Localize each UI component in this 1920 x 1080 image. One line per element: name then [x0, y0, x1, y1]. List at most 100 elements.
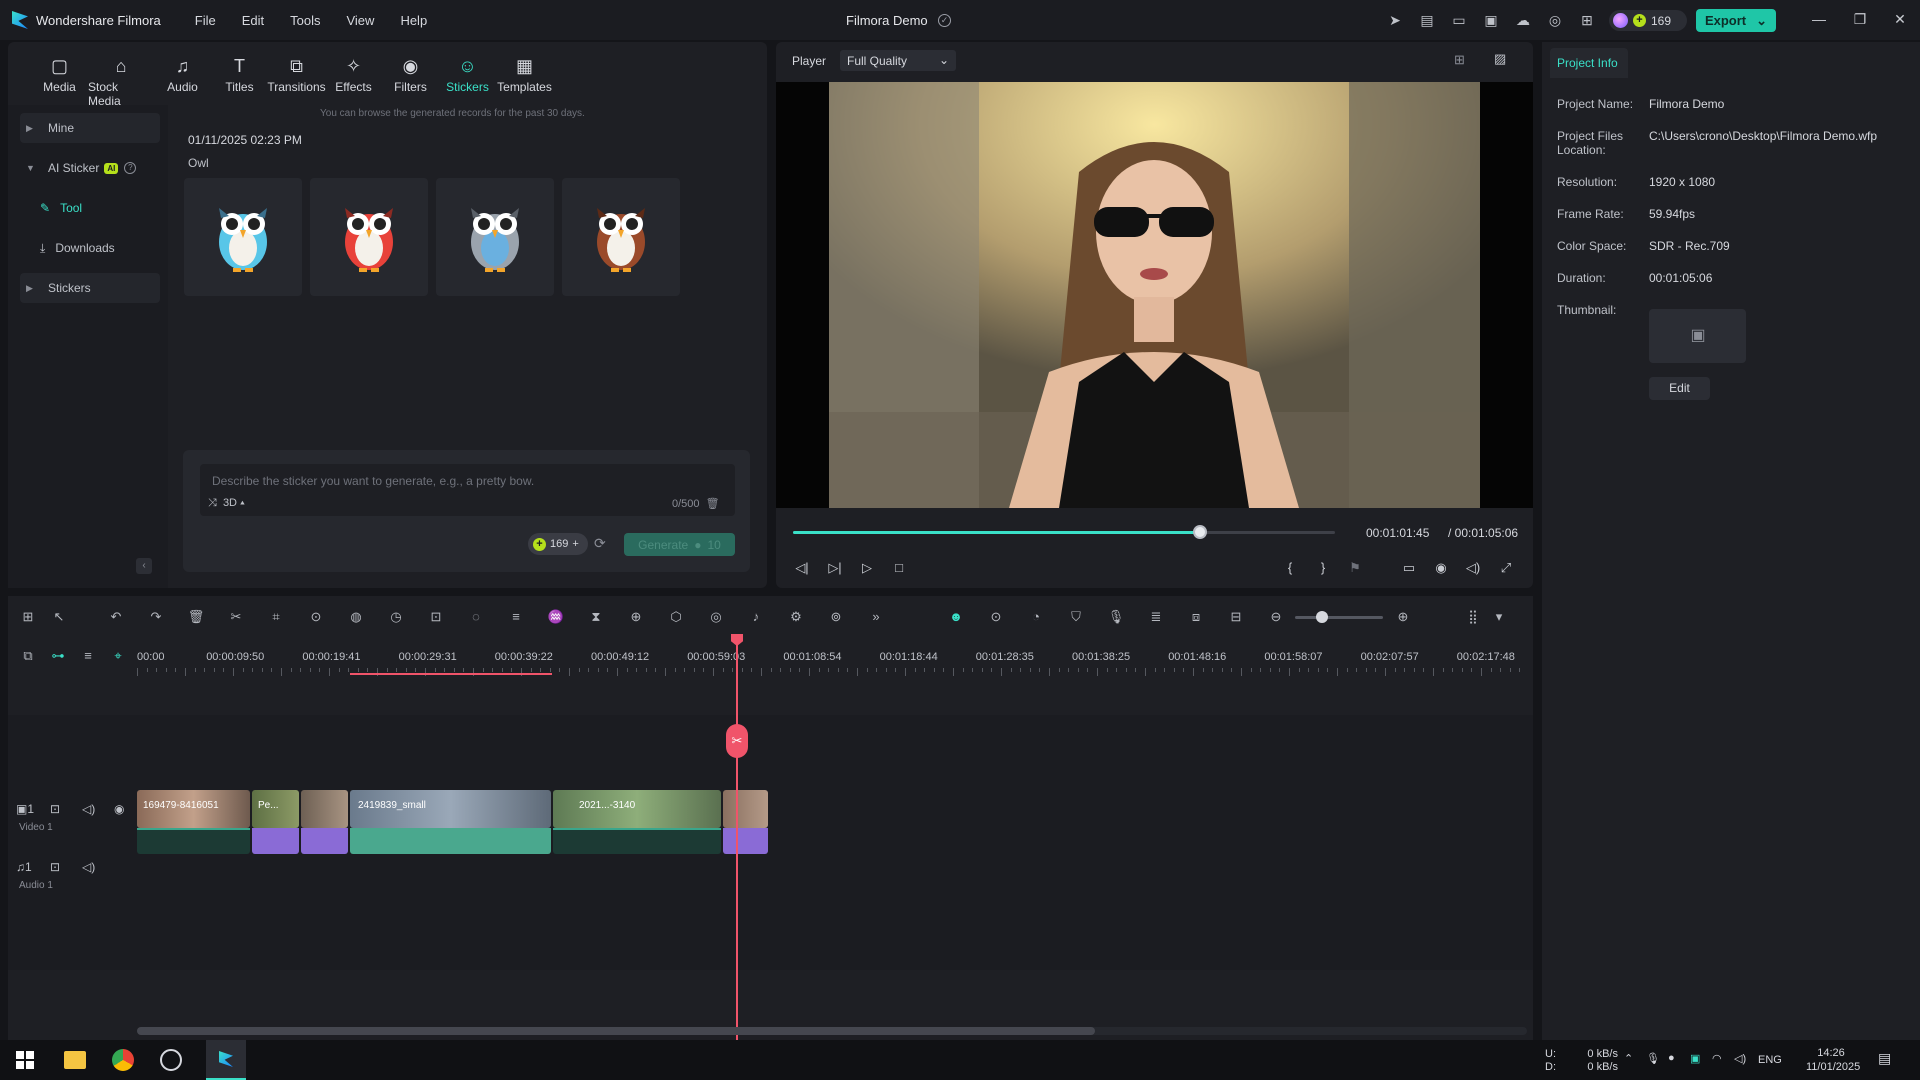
ai-cutout-icon[interactable]: ⧗: [585, 607, 607, 627]
quality-select[interactable]: Full Quality ⌄: [840, 50, 956, 71]
close-icon[interactable]: ✕: [1885, 8, 1915, 30]
music-icon[interactable]: ♪: [745, 607, 767, 627]
stop-icon[interactable]: □: [888, 558, 910, 578]
track-manager-icon[interactable]: ≡: [77, 646, 99, 666]
notification-icon[interactable]: ▤: [1878, 1050, 1891, 1067]
timeline-scrollbar-thumb[interactable]: [137, 1027, 1095, 1035]
video-frame[interactable]: [829, 82, 1480, 508]
shield-icon[interactable]: ⛉: [1065, 607, 1087, 627]
sidebar-item-stickers[interactable]: ▶ Stickers: [20, 273, 160, 303]
windows-start-icon[interactable]: [16, 1051, 34, 1069]
mask-icon[interactable]: ◌: [465, 607, 487, 627]
camera-icon[interactable]: ⊙: [985, 607, 1007, 627]
tray-filmora-icon[interactable]: ▣: [1690, 1052, 1700, 1065]
caption-icon[interactable]: ≣: [1145, 607, 1167, 627]
speed-icon[interactable]: ◷: [385, 607, 407, 627]
sticker-thumbnail[interactable]: [436, 178, 554, 296]
link-icon[interactable]: ⊶: [47, 646, 69, 666]
adjust-icon[interactable]: ≡: [505, 607, 527, 627]
clock[interactable]: 14:26 11/01/2025: [1806, 1046, 1860, 1074]
sidebar-item-mine[interactable]: ▶ Mine: [20, 113, 160, 143]
credit-pill[interactable]: + 169 +: [528, 533, 588, 555]
menu-edit[interactable]: Edit: [242, 13, 264, 28]
apps-grid-icon[interactable]: ⊞: [1576, 10, 1598, 30]
add-track-icon[interactable]: ⧉: [17, 646, 39, 666]
tab-titles[interactable]: T Titles: [211, 42, 268, 104]
display-icon[interactable]: ▭: [1398, 558, 1420, 578]
tab-filters[interactable]: ◉ Filters: [382, 42, 439, 104]
layout-icon[interactable]: ⊞: [17, 607, 39, 627]
tray-app-icon[interactable]: ●: [1668, 1052, 1675, 1064]
sticker-prompt-input[interactable]: [200, 464, 735, 516]
speaker-icon[interactable]: ◁): [1734, 1052, 1746, 1065]
folder-icon[interactable]: ⊡: [50, 860, 60, 874]
fullscreen-icon[interactable]: ⤢: [1495, 558, 1517, 578]
ai-assistant-icon[interactable]: ☻: [945, 607, 967, 627]
freeze-icon[interactable]: ⊡: [425, 607, 447, 627]
collapse-sidebar-button[interactable]: ‹: [136, 558, 152, 574]
language-indicator[interactable]: ENG: [1758, 1054, 1782, 1066]
style-selector[interactable]: ⤨ 3D ▴: [208, 497, 245, 510]
playback-scrubber-handle[interactable]: [1192, 525, 1207, 539]
volume-icon[interactable]: ◁): [1462, 558, 1484, 578]
chevron-down-icon[interactable]: ▾: [1488, 607, 1510, 627]
undo-icon[interactable]: ↶: [105, 607, 127, 627]
replace-icon[interactable]: ⧈: [1185, 607, 1207, 627]
eye-icon[interactable]: ◉: [114, 802, 124, 816]
menu-file[interactable]: File: [195, 13, 216, 28]
previous-frame-icon[interactable]: ◁|: [791, 558, 813, 578]
mark-in-icon[interactable]: {: [1279, 558, 1301, 578]
motion-icon[interactable]: ⬡: [665, 607, 687, 627]
restore-icon[interactable]: ❐: [1845, 8, 1875, 30]
project-thumbnail[interactable]: ▣: [1649, 309, 1746, 363]
tab-media[interactable]: ▢ Media: [31, 42, 88, 104]
refresh-icon[interactable]: ⟳: [594, 535, 606, 552]
shuffle-icon[interactable]: ⤨: [208, 497, 217, 509]
effect-tool-icon[interactable]: ⊚: [825, 607, 847, 627]
timeline-ruler[interactable]: 00:00 00:00:09:50 00:00:19:41 00:00:29:31 00…: [137, 644, 1527, 678]
video-clip[interactable]: 2021...-3140: [553, 790, 721, 828]
tab-stickers[interactable]: ☺ Stickers: [439, 42, 496, 104]
help-icon[interactable]: ?: [124, 162, 137, 174]
select-tool-icon[interactable]: ↖: [48, 607, 70, 627]
trash-icon[interactable]: 🗑: [706, 498, 720, 510]
transition-block[interactable]: [723, 828, 768, 854]
playhead-line[interactable]: [736, 636, 738, 1040]
monitor-icon[interactable]: ▭: [1448, 10, 1470, 30]
sidebar-item-ai-sticker[interactable]: ▼ AI Sticker AI ?: [20, 153, 160, 183]
sidebar-item-downloads[interactable]: ⤓ Downloads: [36, 233, 176, 263]
chrome-icon[interactable]: [112, 1049, 134, 1071]
snapshot-icon[interactable]: ◉: [1430, 558, 1452, 578]
scissors-icon[interactable]: ✂: [726, 724, 748, 758]
play-icon[interactable]: ▷: [856, 558, 878, 578]
redo-icon[interactable]: ↷: [145, 607, 167, 627]
clock-app-icon[interactable]: [160, 1049, 182, 1071]
tab-templates[interactable]: ▦ Templates: [496, 42, 553, 104]
credits-badge[interactable]: + 169: [1609, 10, 1687, 31]
video-clip[interactable]: 169479-8416051: [137, 790, 250, 828]
keyframe-icon[interactable]: ◎: [705, 607, 727, 627]
sticker-thumbnail[interactable]: [562, 178, 680, 296]
delete-icon[interactable]: 🗑: [185, 607, 207, 627]
fit-icon[interactable]: ⊟: [1225, 607, 1247, 627]
video-clip[interactable]: Pe...: [252, 790, 299, 828]
edit-thumbnail-button[interactable]: Edit: [1649, 377, 1710, 400]
microphone-icon[interactable]: 🎙: [1646, 1052, 1660, 1065]
zoom-out-icon[interactable]: ⊖: [1265, 607, 1287, 627]
mark-out-icon[interactable]: }: [1312, 558, 1334, 578]
file-explorer-icon[interactable]: [64, 1051, 86, 1069]
video-clip[interactable]: [301, 790, 348, 828]
save-icon[interactable]: ▣: [1480, 10, 1502, 30]
marker-icon[interactable]: ⚑: [1344, 558, 1366, 578]
cloud-icon[interactable]: ☁: [1512, 10, 1534, 30]
wifi-icon[interactable]: ◠: [1712, 1052, 1722, 1065]
tab-stock-media[interactable]: ⌂ Stock Media: [88, 42, 154, 108]
transition-block[interactable]: [252, 828, 299, 854]
zoom-slider-handle[interactable]: [1316, 611, 1328, 623]
microphone-icon[interactable]: 🎙: [1105, 607, 1127, 627]
send-icon[interactable]: ➤: [1384, 10, 1406, 30]
sticker-thumbnail[interactable]: [310, 178, 428, 296]
stabilize-icon[interactable]: ⊕: [625, 607, 647, 627]
tab-effects[interactable]: ✧ Effects: [325, 42, 382, 104]
zoom-in-icon[interactable]: ⊕: [1392, 607, 1414, 627]
